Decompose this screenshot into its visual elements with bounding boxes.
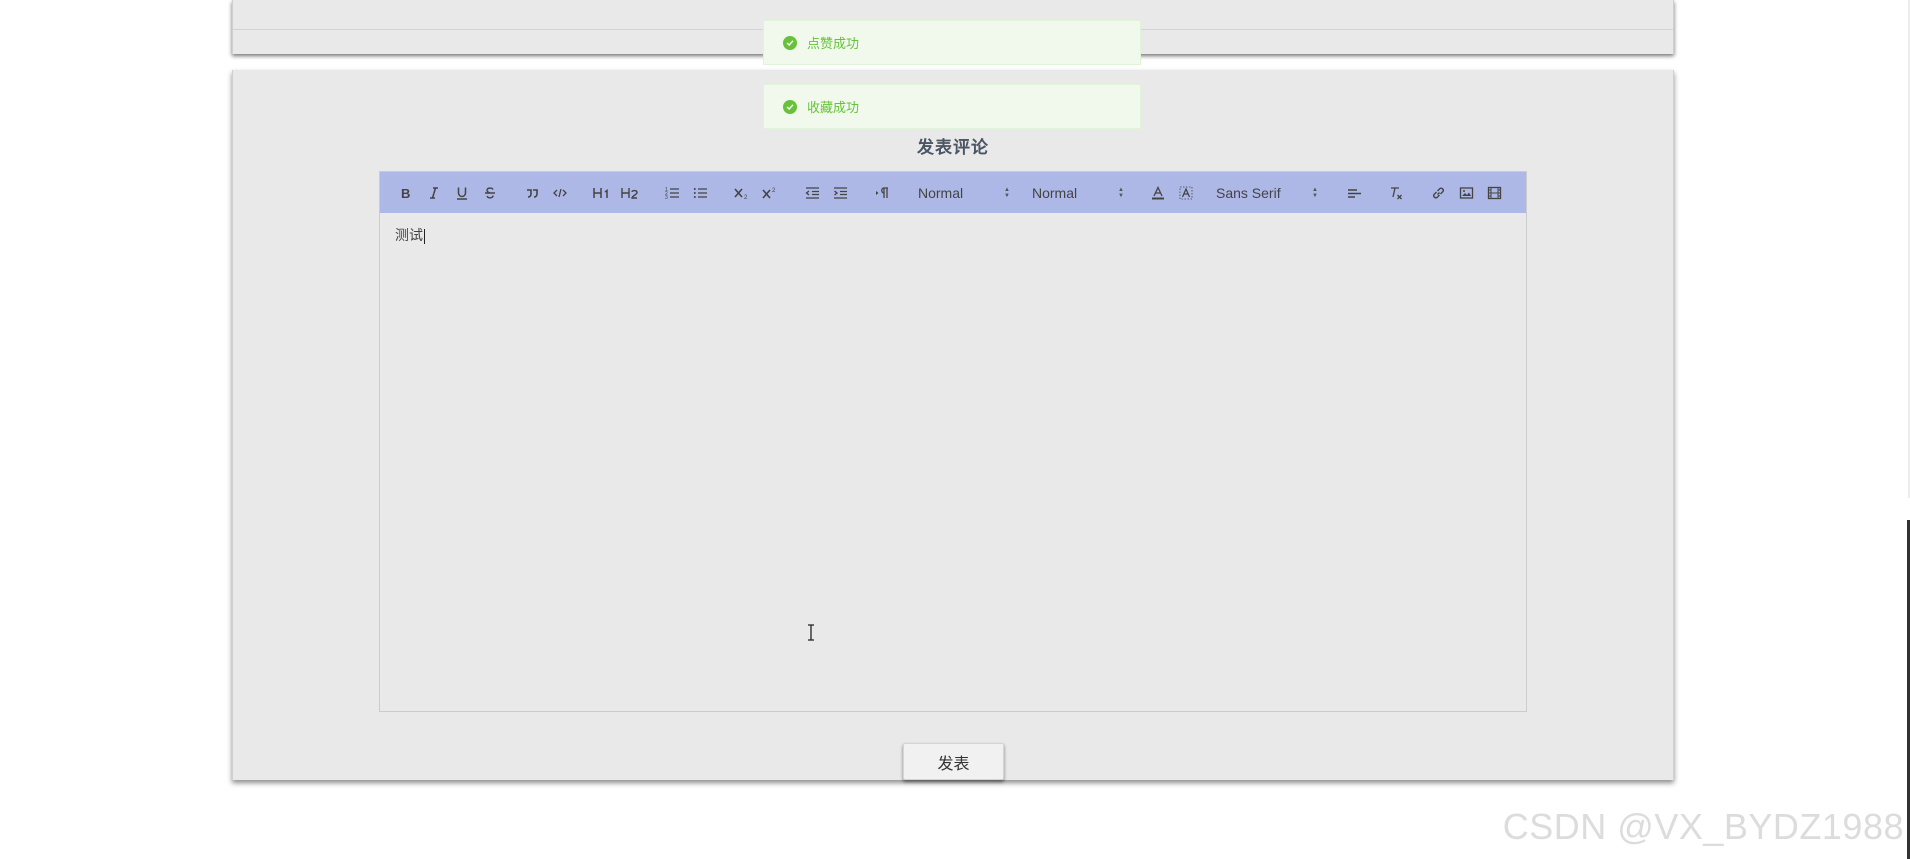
select-arrows-icon: ▲ ▼ <box>1118 186 1124 199</box>
svg-text:2: 2 <box>772 188 776 194</box>
rich-text-editor: B 1 2 3 2 2 Normal ▲ ▼ Normal ▲ ▼ Sans S… <box>379 171 1527 712</box>
clear-format-icon[interactable] <box>1382 181 1410 205</box>
editor-text: 测试 <box>395 227 423 243</box>
select-arrows-icon: ▲ ▼ <box>1004 186 1010 199</box>
submit-comment-button[interactable]: 发表 <box>903 743 1004 780</box>
outdent-icon[interactable] <box>798 181 826 205</box>
subscript-icon[interactable]: 2 <box>728 181 756 205</box>
svg-text:2: 2 <box>744 195 748 200</box>
text-caret <box>424 228 425 244</box>
image-icon[interactable] <box>1452 181 1480 205</box>
success-check-icon <box>783 35 797 50</box>
indent-icon[interactable] <box>826 181 854 205</box>
ibeam-cursor-icon <box>808 624 814 641</box>
favorite-success-toast: 收藏成功 <box>763 84 1141 129</box>
background-color-icon[interactable] <box>1172 181 1200 205</box>
svg-text:B: B <box>401 186 410 200</box>
italic-icon[interactable] <box>420 181 448 205</box>
editor-content-area[interactable]: 测试 <box>380 213 1526 711</box>
like-success-toast: 点赞成功 <box>763 20 1141 65</box>
heading-2-icon[interactable] <box>616 181 644 205</box>
bold-icon[interactable]: B <box>392 181 420 205</box>
font-size-select[interactable]: Normal ▲ ▼ <box>1024 181 1132 205</box>
code-block-icon[interactable] <box>546 181 574 205</box>
toast-message: 点赞成功 <box>807 36 860 51</box>
heading-1-icon[interactable] <box>588 181 616 205</box>
bullet-list-icon[interactable] <box>686 181 714 205</box>
select-arrows-icon: ▲ ▼ <box>1312 186 1318 199</box>
editor-toolbar: B 1 2 3 2 2 Normal ▲ ▼ Normal ▲ ▼ Sans S… <box>380 172 1526 213</box>
video-icon[interactable] <box>1480 181 1508 205</box>
comment-title: 发表评论 <box>917 138 989 157</box>
underline-icon[interactable] <box>448 181 476 205</box>
ordered-list-icon[interactable]: 123 <box>658 181 686 205</box>
header-size-value: Normal <box>918 184 964 201</box>
font-family-select[interactable]: Sans Serif ▲ ▼ <box>1208 181 1326 205</box>
font-color-icon[interactable] <box>1144 181 1172 205</box>
svg-text:3: 3 <box>665 195 668 200</box>
header-size-select[interactable]: Normal ▲ ▼ <box>910 181 1018 205</box>
comment-card: 发表评论 B 1 2 3 2 2 Normal ▲ ▼ Normal ▲ ▼ S… <box>232 70 1674 780</box>
link-icon[interactable] <box>1424 181 1452 205</box>
success-check-icon <box>783 99 797 114</box>
align-icon[interactable] <box>1340 181 1368 205</box>
font-family-value: Sans Serif <box>1216 184 1281 201</box>
superscript-icon[interactable]: 2 <box>756 181 784 205</box>
watermark: CSDN @VX_BYDZ1988 <box>1502 806 1904 847</box>
blockquote-icon[interactable] <box>518 181 546 205</box>
strikethrough-icon[interactable] <box>476 181 504 205</box>
toast-message: 收藏成功 <box>807 100 860 115</box>
text-direction-icon[interactable] <box>868 181 896 205</box>
font-size-value: Normal <box>1032 184 1078 201</box>
